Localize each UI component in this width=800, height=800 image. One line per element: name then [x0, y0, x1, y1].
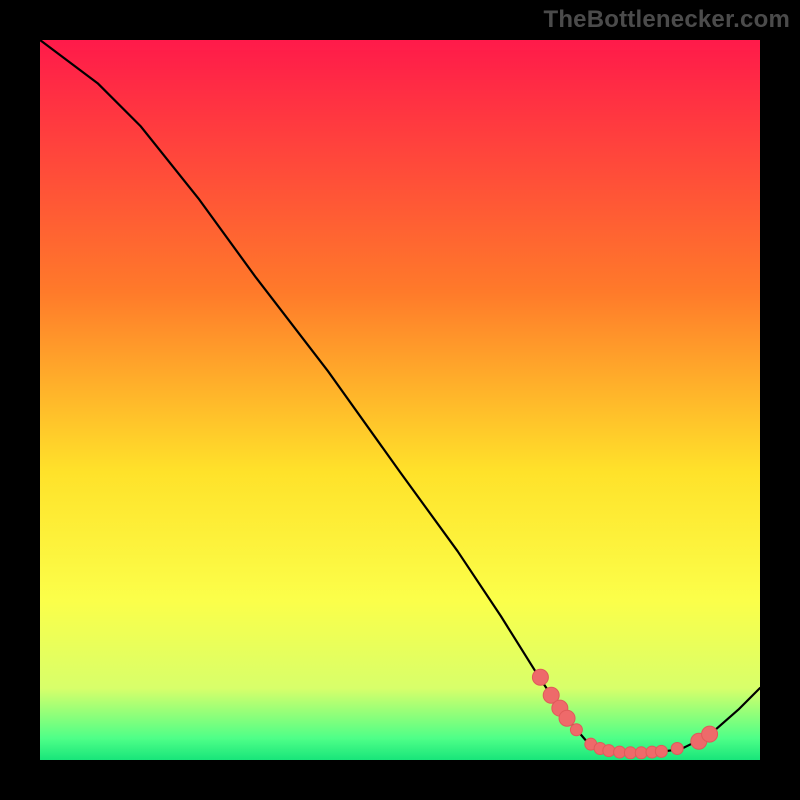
- chart-svg: [40, 40, 760, 760]
- marker-point: [635, 747, 647, 759]
- marker-point: [570, 724, 582, 736]
- watermark-text: TheBottlenecker.com: [543, 6, 790, 34]
- marker-point: [624, 747, 636, 759]
- plot-area: [40, 40, 760, 760]
- marker-point: [655, 745, 667, 757]
- marker-point: [603, 745, 615, 757]
- chart-frame: TheBottlenecker.com: [0, 0, 800, 800]
- marker-point: [532, 669, 548, 685]
- marker-point: [559, 710, 575, 726]
- marker-point: [702, 726, 718, 742]
- gradient-background: [40, 40, 760, 760]
- marker-point: [671, 742, 683, 754]
- marker-point: [614, 746, 626, 758]
